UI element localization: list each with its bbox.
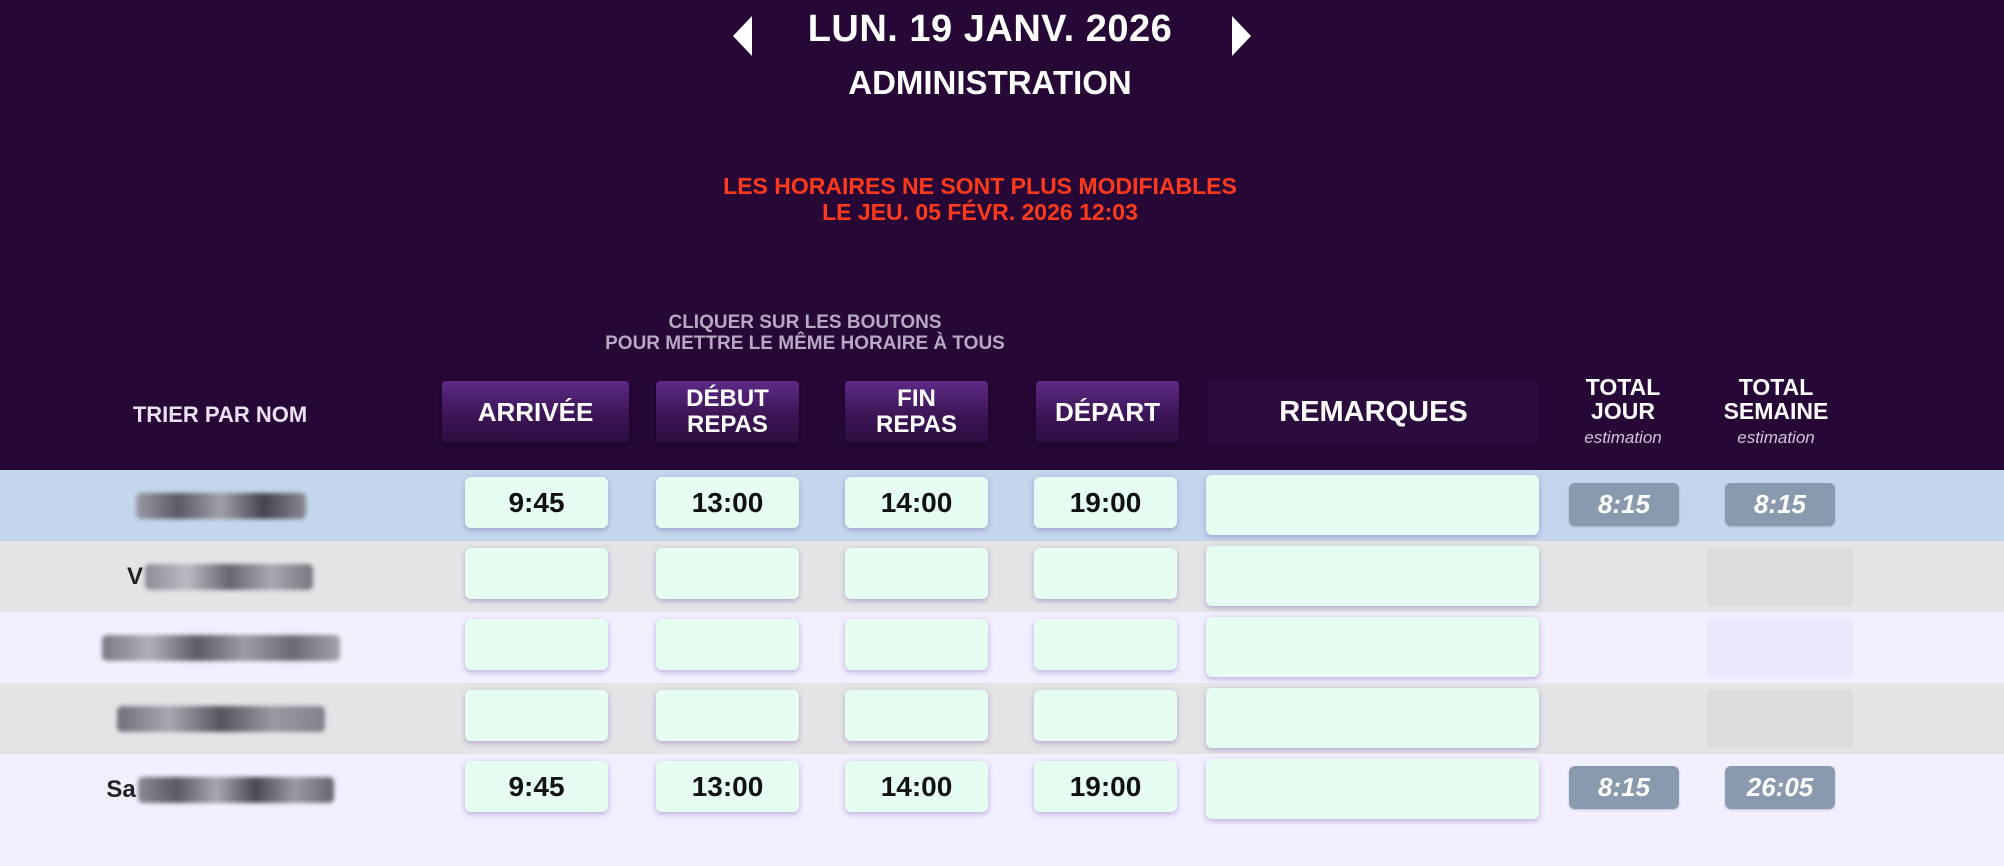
redacted-name bbox=[137, 776, 334, 803]
lunch-start-time-field[interactable]: 13:00 bbox=[656, 761, 799, 812]
remarks-field[interactable] bbox=[1206, 688, 1539, 748]
total-week-cell bbox=[1707, 548, 1853, 606]
lunch-end-label-line2: REPAS bbox=[876, 411, 957, 438]
arrival-time-field[interactable]: 9:45 bbox=[465, 761, 608, 812]
set-all-lunch-end-button[interactable]: FIN REPAS bbox=[845, 381, 988, 443]
departure-time-field[interactable] bbox=[1034, 690, 1177, 741]
remarks-field[interactable] bbox=[1206, 617, 1539, 677]
table-row[interactable] bbox=[0, 683, 2004, 754]
total-day-badge: 8:15 bbox=[1569, 766, 1679, 809]
employee-name[interactable] bbox=[60, 612, 380, 683]
redacted-name bbox=[102, 634, 340, 661]
lunch-start-time-field[interactable] bbox=[656, 690, 799, 741]
departure-time-field[interactable]: 19:00 bbox=[1034, 761, 1177, 812]
employee-name[interactable] bbox=[60, 470, 380, 541]
department-title: ADMINISTRATION bbox=[848, 64, 1132, 101]
remarks-column-header: REMARQUES bbox=[1209, 381, 1538, 443]
total-week-cell bbox=[1707, 619, 1853, 677]
set-all-departure-button[interactable]: DÉPART bbox=[1036, 381, 1179, 443]
lunch-start-time-field[interactable] bbox=[656, 548, 799, 599]
total-week-header: TOTAL SEMAINE estimation bbox=[1711, 375, 1841, 450]
lunch-end-time-field[interactable] bbox=[845, 548, 988, 599]
employee-name[interactable]: V bbox=[60, 541, 380, 612]
lock-notice-line2: LE JEU. 05 FÉVR. 2026 12:03 bbox=[822, 199, 1138, 225]
arrival-time-field[interactable]: 9:45 bbox=[465, 477, 608, 528]
remarks-field[interactable] bbox=[1206, 546, 1539, 606]
departure-time-field[interactable] bbox=[1034, 548, 1177, 599]
departure-time-field[interactable] bbox=[1034, 619, 1177, 670]
redacted-name bbox=[136, 492, 306, 519]
arrival-time-field[interactable] bbox=[465, 690, 608, 741]
lunch-end-time-field[interactable] bbox=[845, 619, 988, 670]
hint-line1: CLIQUER SUR LES BOUTONS bbox=[668, 312, 942, 333]
total-week-label-line1: TOTAL bbox=[1738, 374, 1814, 400]
total-week-label-line2: SEMAINE bbox=[1723, 398, 1829, 424]
arrival-time-field[interactable] bbox=[465, 548, 608, 599]
lunch-end-time-field[interactable]: 14:00 bbox=[845, 477, 988, 528]
set-all-lunch-start-button[interactable]: DÉBUT REPAS bbox=[656, 381, 799, 443]
table-row[interactable]: V bbox=[0, 541, 2004, 612]
hint-line2: POUR METTRE LE MÊME HORAIRE À TOUS bbox=[605, 333, 1005, 354]
lunch-end-time-field[interactable] bbox=[845, 690, 988, 741]
lock-notice-line1: LES HORAIRES NE SONT PLUS MODIFIABLES bbox=[723, 173, 1237, 199]
arrival-time-field[interactable] bbox=[465, 619, 608, 670]
table-row[interactable]: Sa 9:45 13:00 14:00 19:00 8:15 26:05 bbox=[0, 754, 2004, 825]
total-day-label-line1: TOTAL bbox=[1585, 374, 1661, 400]
lunch-start-label-line1: DÉBUT bbox=[686, 385, 769, 412]
employee-name[interactable] bbox=[60, 683, 380, 754]
sort-by-name-button[interactable]: TRIER PAR NOM bbox=[100, 402, 340, 428]
remarks-field[interactable] bbox=[1206, 475, 1539, 535]
lunch-end-label-line1: FIN bbox=[897, 385, 936, 412]
total-day-badge: 8:15 bbox=[1569, 483, 1679, 526]
total-day-header: TOTAL JOUR estimation bbox=[1558, 375, 1688, 450]
lunch-start-label-line2: REPAS bbox=[687, 411, 768, 438]
total-week-cell bbox=[1707, 690, 1853, 748]
current-date: LUN. 19 JANV. 2026 bbox=[807, 8, 1173, 50]
lunch-start-time-field[interactable] bbox=[656, 619, 799, 670]
table-row[interactable] bbox=[0, 612, 2004, 683]
table-row[interactable]: 9:45 13:00 14:00 19:00 8:15 8:15 bbox=[0, 470, 2004, 541]
redacted-name bbox=[145, 563, 313, 590]
employee-name[interactable]: Sa bbox=[60, 754, 380, 825]
total-week-badge: 8:15 bbox=[1725, 483, 1835, 526]
remarks-field[interactable] bbox=[1206, 759, 1539, 819]
total-week-estimate-label: estimation bbox=[1737, 428, 1815, 447]
lunch-start-time-field[interactable]: 13:00 bbox=[656, 477, 799, 528]
departure-time-field[interactable]: 19:00 bbox=[1034, 477, 1177, 528]
next-day-button[interactable] bbox=[1228, 12, 1254, 60]
caret-right-icon bbox=[1232, 16, 1251, 56]
redacted-name bbox=[117, 705, 325, 732]
total-day-estimate-label: estimation bbox=[1584, 428, 1662, 447]
lunch-end-time-field[interactable]: 14:00 bbox=[845, 761, 988, 812]
set-all-arrival-button[interactable]: ARRIVÉE bbox=[442, 381, 629, 443]
total-week-badge: 26:05 bbox=[1725, 766, 1835, 809]
total-day-label-line2: JOUR bbox=[1591, 398, 1655, 424]
